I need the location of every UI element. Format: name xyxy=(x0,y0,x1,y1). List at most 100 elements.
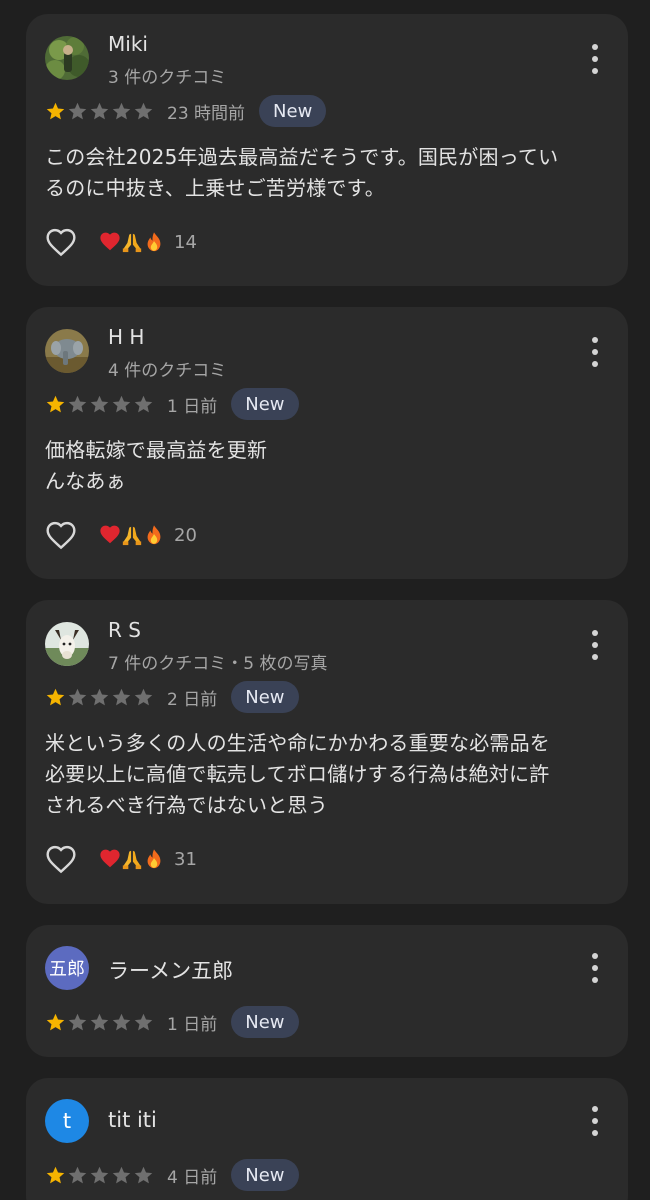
more-options-button[interactable] xyxy=(590,630,600,660)
review-time: 1 日前 xyxy=(167,1014,218,1035)
new-badge: New xyxy=(231,1159,299,1191)
heart-outline-icon xyxy=(46,228,76,257)
rating-row: 4 日前 New xyxy=(45,1159,299,1191)
photo-goat-icon xyxy=(45,622,89,666)
review-time: 1 日前 xyxy=(167,396,218,417)
star-empty-icon xyxy=(134,1166,153,1183)
more-vertical-icon xyxy=(592,337,598,343)
heart-outline-icon xyxy=(46,521,76,550)
reviewer-avatar[interactable]: t xyxy=(45,1099,89,1143)
review-time: 2 日前 xyxy=(167,689,218,710)
reviewer-avatar[interactable] xyxy=(45,36,89,80)
rating-row: 23 時間前 New xyxy=(45,95,327,127)
review-time: 4 日前 xyxy=(167,1167,218,1188)
review-text: 価格転嫁で最高益を更新 んなあぁ xyxy=(45,438,268,493)
reviewer-stats: 7 件のクチコミ・5 枚の写真 xyxy=(108,654,328,674)
star-empty-icon xyxy=(112,395,131,412)
folded-hands-icon xyxy=(122,850,142,870)
red-heart-icon xyxy=(100,849,120,868)
red-heart-icon xyxy=(100,232,120,251)
star-rating xyxy=(45,101,154,122)
star-rating xyxy=(45,687,154,708)
reaction-emojis[interactable] xyxy=(99,231,165,253)
more-options-button[interactable] xyxy=(590,44,600,74)
reviewer-stats: 3 件のクチコミ xyxy=(108,68,227,88)
review-card: R S 7 件のクチコミ・5 枚の写真 2 日前 New 米という多くの人の生活… xyxy=(26,600,628,904)
avatar-initials: 五郎 xyxy=(49,959,85,980)
star-filled-icon xyxy=(46,688,65,705)
reaction-row: 20 xyxy=(45,518,197,552)
reaction-emojis[interactable] xyxy=(99,848,165,870)
review-feed: Miki 3 件のクチコミ 23 時間前 New この会社2025年過去最高益だ… xyxy=(0,0,650,1200)
new-badge: New xyxy=(231,681,299,713)
star-empty-icon xyxy=(90,102,109,119)
avatar-initials: t xyxy=(62,1109,72,1133)
folded-hands-icon xyxy=(122,526,142,546)
more-options-button[interactable] xyxy=(590,953,600,983)
like-button[interactable] xyxy=(45,520,77,550)
like-button[interactable] xyxy=(45,227,77,257)
more-vertical-icon xyxy=(592,44,598,50)
review-card: H H 4 件のクチコミ 1 日前 New 価格転嫁で最高益を更新 んなあぁ 2… xyxy=(26,307,628,579)
fire-icon xyxy=(147,525,161,545)
reaction-emojis[interactable] xyxy=(99,524,165,546)
more-vertical-icon xyxy=(592,1106,598,1112)
reviewer-stats: 4 件のクチコミ xyxy=(108,361,227,381)
reviewer-name[interactable]: Miki xyxy=(108,32,148,56)
reviewer-avatar[interactable] xyxy=(45,329,89,373)
star-empty-icon xyxy=(134,102,153,119)
star-filled-icon xyxy=(46,1166,65,1183)
star-empty-icon xyxy=(68,1166,87,1183)
reaction-count: 14 xyxy=(174,231,197,253)
rating-row: 2 日前 New xyxy=(45,681,299,713)
more-options-button[interactable] xyxy=(590,1106,600,1136)
more-options-button[interactable] xyxy=(590,337,600,367)
review-card: Miki 3 件のクチコミ 23 時間前 New この会社2025年過去最高益だ… xyxy=(26,14,628,286)
reviewer-name[interactable]: R S xyxy=(108,618,141,642)
more-vertical-icon xyxy=(592,953,598,959)
reviewer-avatar[interactable] xyxy=(45,622,89,666)
reaction-count: 31 xyxy=(174,848,197,870)
reaction-row: 31 xyxy=(45,842,197,876)
star-empty-icon xyxy=(90,1166,109,1183)
folded-hands-icon xyxy=(122,233,142,253)
star-rating xyxy=(45,1165,154,1186)
fire-icon xyxy=(147,232,161,252)
star-empty-icon xyxy=(68,688,87,705)
photo-elephant-icon xyxy=(45,329,89,373)
review-text: この会社2025年過去最高益だそうです。国民が困ってい るのに中抜き、上乗せご苦… xyxy=(45,145,559,200)
star-empty-icon xyxy=(112,1166,131,1183)
reviewer-name[interactable]: H H xyxy=(108,325,144,349)
reviewer-name[interactable]: ラーメン五郎 xyxy=(108,955,233,985)
rating-row: 1 日前 New xyxy=(45,1006,299,1038)
star-empty-icon xyxy=(134,395,153,412)
heart-outline-icon xyxy=(46,845,76,874)
star-empty-icon xyxy=(68,395,87,412)
reviewer-name[interactable]: tit iti xyxy=(108,1108,157,1132)
like-button[interactable] xyxy=(45,844,77,874)
star-empty-icon xyxy=(112,688,131,705)
star-empty-icon xyxy=(68,102,87,119)
review-card: 五郎 ラーメン五郎 1 日前 New xyxy=(26,925,628,1057)
star-empty-icon xyxy=(112,102,131,119)
reaction-count: 20 xyxy=(174,524,197,546)
new-badge: New xyxy=(231,388,299,420)
star-empty-icon xyxy=(68,1013,87,1030)
star-rating xyxy=(45,1012,154,1033)
review-card: t tit iti 4 日前 New xyxy=(26,1078,628,1200)
star-empty-icon xyxy=(112,1013,131,1030)
star-empty-icon xyxy=(90,688,109,705)
star-rating xyxy=(45,394,154,415)
star-empty-icon xyxy=(134,688,153,705)
star-filled-icon xyxy=(46,1013,65,1030)
reviewer-avatar[interactable]: 五郎 xyxy=(45,946,89,990)
rating-row: 1 日前 New xyxy=(45,388,299,420)
photo-green-icon xyxy=(45,36,89,80)
fire-icon xyxy=(147,849,161,869)
review-text: 米という多くの人の生活や命にかかわる重要な必需品を 必要以上に高値で転売してボロ… xyxy=(45,731,550,817)
more-vertical-icon xyxy=(592,630,598,636)
new-badge: New xyxy=(259,95,327,127)
red-heart-icon xyxy=(100,525,120,544)
review-time: 23 時間前 xyxy=(167,103,246,124)
star-empty-icon xyxy=(134,1013,153,1030)
